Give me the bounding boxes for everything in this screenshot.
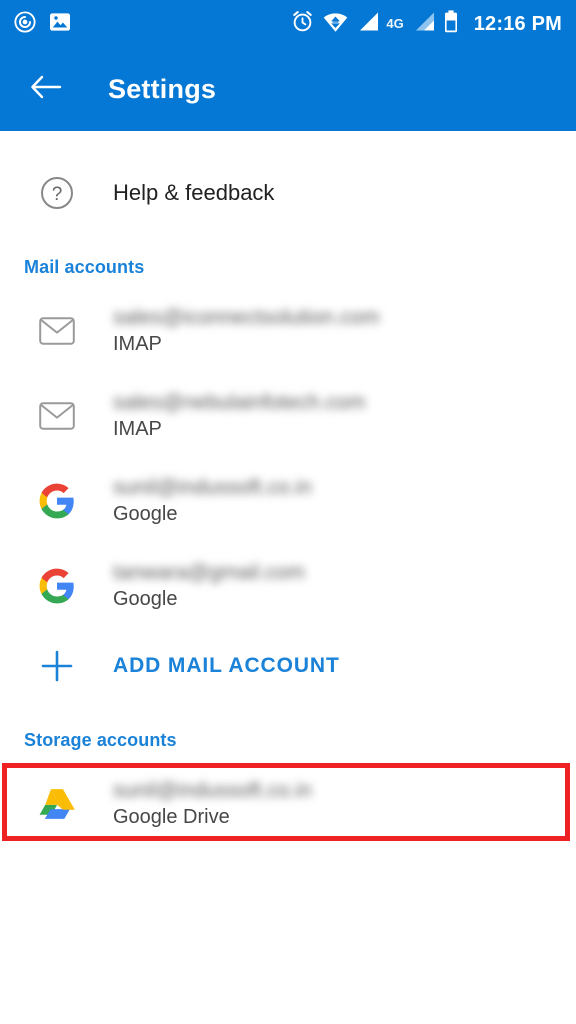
account-type: Google <box>113 502 178 525</box>
signal-bars-2-icon <box>413 11 435 37</box>
battery-icon <box>444 10 458 38</box>
mail-account-row[interactable]: sunil@indussoft.co.in Google <box>0 458 576 543</box>
mail-account-row[interactable]: tanwara@gmail.com Google <box>0 543 576 628</box>
account-email: sales@iconnectsolution.com <box>113 305 380 329</box>
account-type: Google <box>113 587 178 610</box>
account-type: Google Drive <box>113 805 230 828</box>
help-and-feedback-row[interactable]: ? Help & feedback <box>0 155 576 231</box>
help-circle-icon: ? <box>0 176 113 210</box>
svg-text:?: ? <box>51 184 62 205</box>
add-mail-account-label: ADD MAIL ACCOUNT <box>113 654 340 677</box>
account-type: IMAP <box>113 332 162 355</box>
photo-icon <box>49 12 71 37</box>
mail-account-body: sales@nebulainfotech.com IMAP <box>113 391 365 441</box>
account-type: IMAP <box>113 417 162 440</box>
envelope-icon <box>0 316 113 345</box>
storage-account-body: sunil@indussoft.co.in Google Drive <box>113 779 312 829</box>
mail-account-body: tanwara@gmail.com Google <box>113 561 305 611</box>
app-circle-icon <box>14 10 36 38</box>
storage-accounts-header: Storage accounts <box>24 730 177 750</box>
page-title: Settings <box>108 74 217 104</box>
wifi-icon <box>323 11 348 38</box>
clock-label: 12:16 PM <box>473 12 562 35</box>
google-logo-icon <box>0 567 113 605</box>
account-email: tanwara@gmail.com <box>113 560 305 584</box>
google-logo-icon <box>0 482 113 520</box>
status-bar-right-icons: 4G 12:16 PM <box>291 10 562 38</box>
google-drive-icon <box>0 787 113 821</box>
plus-icon <box>0 649 113 683</box>
account-email: sunil@indussoft.co.in <box>113 475 312 499</box>
account-email: sunil@indussoft.co.in <box>113 778 312 802</box>
mail-account-row[interactable]: sales@iconnectsolution.com IMAP <box>0 288 576 373</box>
app-bar: Settings <box>0 48 576 131</box>
settings-list: ? Help & feedback Mail accounts sales@ic… <box>0 155 576 846</box>
settings-screen: 4G 12:16 PM Settings ? Help & feedback M… <box>0 0 576 1024</box>
mail-account-body: sales@iconnectsolution.com IMAP <box>113 306 379 356</box>
envelope-icon <box>0 401 113 430</box>
back-button[interactable] <box>26 70 66 110</box>
storage-account-row[interactable]: sunil@indussoft.co.in Google Drive <box>0 761 576 846</box>
mail-account-body: sunil@indussoft.co.in Google <box>113 476 312 526</box>
alarm-icon <box>291 10 314 38</box>
help-row-body: Help & feedback <box>113 180 274 206</box>
status-bar-left-icons <box>14 10 71 38</box>
mail-accounts-header: Mail accounts <box>24 257 145 277</box>
back-arrow-icon <box>30 74 62 105</box>
help-label: Help & feedback <box>113 180 275 205</box>
signal-bars-icon <box>357 11 379 37</box>
network-type-label: 4G <box>386 16 404 31</box>
mail-account-row[interactable]: sales@nebulainfotech.com IMAP <box>0 373 576 458</box>
status-bar: 4G 12:16 PM <box>0 0 576 48</box>
add-mail-account-button[interactable]: ADD MAIL ACCOUNT <box>0 628 576 704</box>
account-email: sales@nebulainfotech.com <box>113 390 366 414</box>
